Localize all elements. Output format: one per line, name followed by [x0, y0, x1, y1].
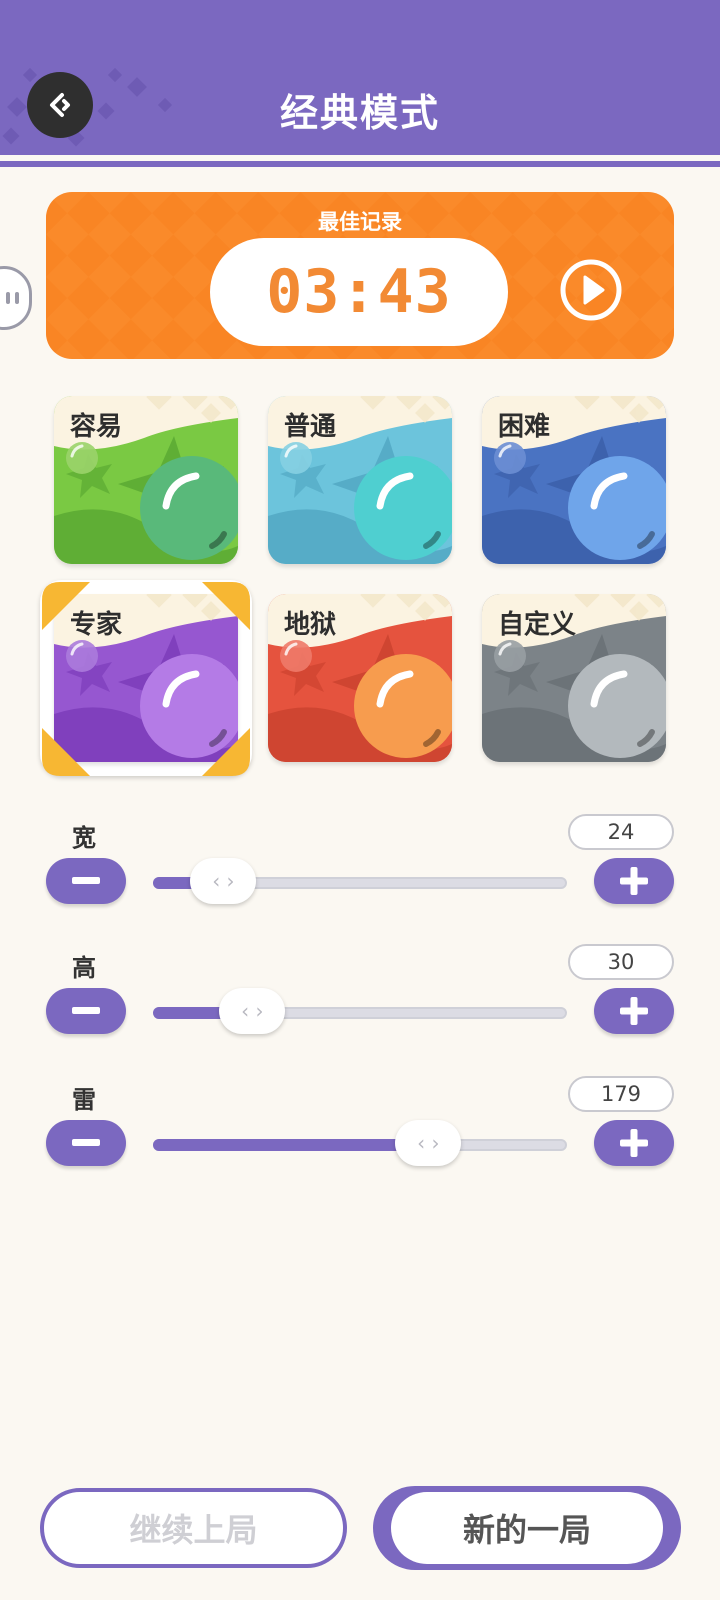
difficulty-label: 普通 [284, 412, 337, 442]
plus-icon [620, 997, 648, 1025]
width-increase-button[interactable] [594, 858, 674, 904]
new-game-button[interactable]: 新的一局 [373, 1486, 681, 1570]
page-title: 经典模式 [279, 91, 440, 135]
width-decrease-button[interactable] [46, 858, 126, 904]
difficulty-tile-hard[interactable]: 困难 [482, 396, 666, 564]
difficulty-label: 自定义 [498, 610, 577, 640]
mines-slider-track[interactable] [153, 1139, 567, 1151]
best-record-card: 最佳记录 03:43 [46, 192, 674, 359]
minus-icon [72, 1139, 100, 1146]
difficulty-tile-normal[interactable]: 普通 [268, 396, 452, 564]
difficulty-tile-custom[interactable]: 自定义 [482, 594, 666, 762]
plus-icon [620, 867, 648, 895]
difficulty-tile-easy[interactable]: 容易 [54, 396, 238, 564]
mines-slider-fill [153, 1139, 429, 1151]
width-value: 24 [568, 814, 674, 850]
height-value: 30 [568, 944, 674, 980]
height-increase-button[interactable] [594, 988, 674, 1034]
height-slider-track[interactable] [153, 1007, 567, 1019]
selection-corner-icon [202, 728, 250, 776]
difficulty-label: 容易 [70, 412, 123, 442]
selection-corner-icon [42, 728, 90, 776]
grip-icon [6, 292, 19, 304]
mines-decrease-button[interactable] [46, 1120, 126, 1166]
selection-corner-icon [42, 582, 90, 630]
new-game-label: 新的一局 [391, 1492, 663, 1564]
height-decrease-button[interactable] [46, 988, 126, 1034]
height-slider-thumb[interactable]: ‹ › [219, 988, 286, 1034]
plus-icon [620, 1129, 648, 1157]
best-time-display: 03:43 [210, 238, 508, 346]
width-label: 宽 [72, 824, 96, 852]
side-drawer-handle[interactable] [0, 266, 32, 330]
mines-slider-thumb[interactable]: ‹ › [395, 1120, 462, 1166]
minus-icon [72, 1007, 100, 1014]
height-label: 高 [72, 954, 96, 982]
header-divider [0, 161, 720, 167]
continue-game-button[interactable]: 继续上局 [40, 1488, 347, 1568]
header-bar: 经典模式 [0, 0, 720, 155]
mines-value: 179 [568, 1076, 674, 1112]
mines-increase-button[interactable] [594, 1120, 674, 1166]
best-time-value: 03:43 [266, 257, 452, 327]
minus-icon [72, 877, 100, 884]
replay-play-icon[interactable] [559, 258, 623, 322]
difficulty-tile-hell[interactable]: 地狱 [268, 594, 452, 762]
difficulty-label: 困难 [498, 412, 551, 442]
width-slider-thumb[interactable]: ‹ › [190, 858, 257, 904]
mines-label: 雷 [72, 1086, 96, 1114]
best-record-label: 最佳记录 [318, 210, 402, 234]
difficulty-label: 地狱 [284, 610, 337, 640]
selection-corner-icon [202, 582, 250, 630]
